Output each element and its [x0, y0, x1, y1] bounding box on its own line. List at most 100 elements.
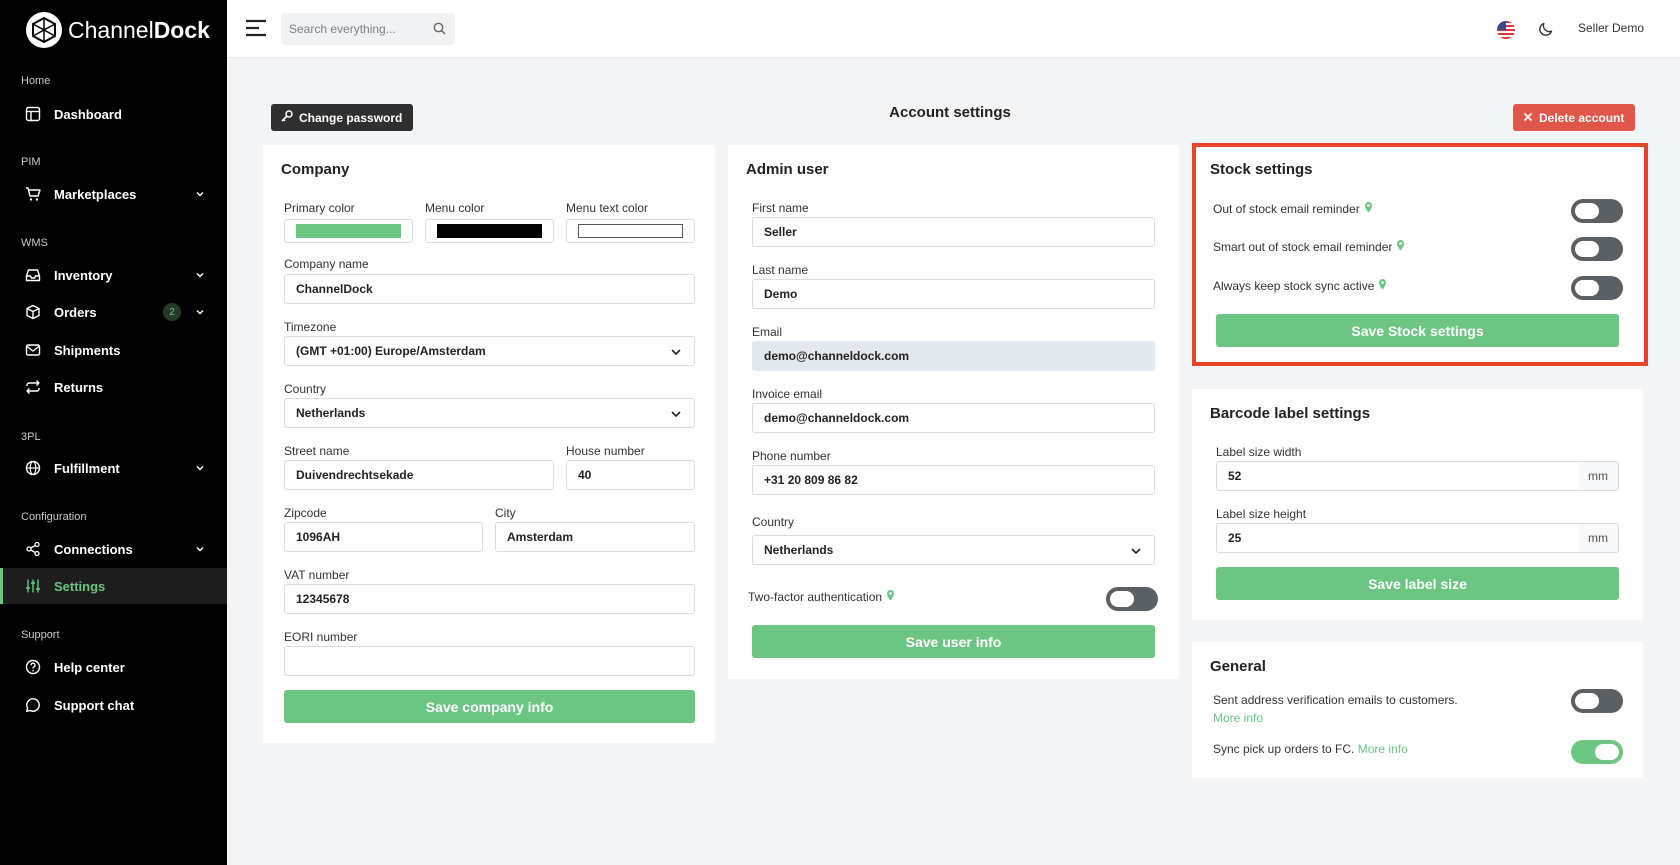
key-icon [281, 110, 293, 125]
chevron-down-icon [670, 408, 682, 423]
share-icon [24, 540, 42, 558]
us-flag-icon[interactable] [1497, 21, 1515, 39]
info-pin-icon[interactable] [886, 589, 895, 604]
search-box [281, 13, 455, 45]
country-value: Netherlands [296, 406, 366, 420]
barcode-label-card: Barcode label settings Label size width … [1192, 389, 1643, 620]
admin-country-label: Country [752, 515, 795, 529]
chat-icon [24, 696, 42, 714]
logo-icon [26, 12, 62, 48]
inbox-icon [24, 266, 42, 284]
country-label: Country [284, 382, 327, 396]
admin-country-select[interactable]: Netherlands [752, 535, 1155, 565]
chevron-down-icon [195, 268, 205, 283]
street-name-field[interactable]: Duivendrechtsekade [284, 460, 554, 490]
eori-number-field[interactable] [284, 646, 695, 676]
vat-number-field[interactable]: 12345678 [284, 584, 695, 614]
sidebar-item-label: Returns [54, 379, 104, 395]
nav-section-support: Support [21, 629, 60, 641]
invoice-email-field[interactable]: demo@channeldock.com [752, 403, 1155, 433]
two-factor-label: Two-factor authentication [748, 589, 883, 604]
help-circle-icon [24, 658, 42, 676]
search-icon[interactable] [433, 22, 446, 40]
sidebar-item-support-chat[interactable]: Support chat [0, 687, 227, 723]
sidebar-item-orders[interactable]: Orders 2 [0, 294, 227, 330]
delete-account-button[interactable]: Delete account [1513, 104, 1636, 131]
phone-number-field[interactable]: +31 20 809 86 82 [752, 465, 1155, 495]
chevron-down-icon [195, 305, 205, 320]
chevron-down-icon [195, 461, 205, 476]
label-width-unit: mm [1578, 461, 1619, 491]
menu-color-picker[interactable] [425, 219, 554, 243]
sidebar-item-label: Dashboard [54, 106, 122, 122]
phone-number-label: Phone number [752, 449, 831, 463]
sidebar-item-shipments[interactable]: Shipments [0, 332, 227, 368]
house-number-label: House number [566, 444, 645, 458]
sidebar-item-label: Marketplaces [54, 186, 137, 202]
first-name-field[interactable]: Seller [752, 217, 1155, 247]
zipcode-field[interactable]: 1096AH [284, 522, 483, 552]
topbar: Seller Demo [227, 0, 1680, 58]
house-number-field[interactable]: 40 [566, 460, 695, 490]
invoice-email-label: Invoice email [752, 387, 823, 401]
change-password-label: Change password [299, 110, 403, 125]
vat-number-label: VAT number [284, 568, 350, 582]
street-name-label: Street name [284, 444, 350, 458]
last-name-field[interactable]: Demo [752, 279, 1155, 309]
sidebar-item-marketplaces[interactable]: Marketplaces [0, 176, 227, 212]
sidebar-item-dashboard[interactable]: Dashboard [0, 96, 227, 132]
user-menu[interactable]: Seller Demo [1578, 21, 1644, 35]
city-field[interactable]: Amsterdam [495, 522, 695, 552]
change-password-button[interactable]: Change password [271, 104, 414, 131]
save-user-info-button[interactable]: Save user info [752, 625, 1155, 658]
sidebar: ChannelDock Home Dashboard PIM Marketpla… [0, 0, 227, 865]
chevron-down-icon [195, 542, 205, 557]
two-factor-toggle[interactable] [1106, 587, 1158, 611]
label-height-field[interactable]: 25 [1216, 523, 1579, 553]
label-height-unit: mm [1578, 523, 1619, 553]
orders-count-badge: 2 [163, 303, 181, 321]
close-icon [1523, 111, 1533, 125]
menu-color-swatch [437, 224, 542, 238]
sidebar-item-help-center[interactable]: Help center [0, 649, 227, 685]
general-card-title: General [1210, 658, 1266, 675]
toggle-knob [1110, 591, 1134, 607]
label-width-field[interactable]: 52 [1216, 461, 1579, 491]
sidebar-item-label: Support chat [54, 697, 135, 713]
menu-icon[interactable] [245, 19, 267, 42]
save-company-info-button[interactable]: Save company info [284, 690, 695, 723]
search-input[interactable] [281, 13, 421, 45]
email-label: Email [752, 325, 783, 339]
sidebar-item-label: Settings [54, 578, 106, 594]
address-verification-toggle[interactable] [1571, 689, 1623, 713]
company-name-label: Company name [284, 257, 369, 271]
sync-pickup-more-info-link[interactable]: More info [1358, 742, 1408, 756]
sidebar-item-settings[interactable]: Settings [0, 568, 227, 604]
logo[interactable]: ChannelDock [26, 12, 210, 48]
brand-name-light: Channel [68, 16, 154, 43]
address-verification-more-info-link[interactable]: More info [1213, 711, 1263, 725]
timezone-select[interactable]: (GMT +01:00) Europe/Amsterdam [284, 336, 695, 366]
menu-text-color-picker[interactable] [566, 219, 695, 243]
page-title: Account settings [889, 104, 1011, 121]
address-verification-row: Sent address verification emails to cust… [1213, 691, 1513, 727]
sidebar-item-returns[interactable]: Returns [0, 369, 227, 405]
sidebar-item-label: Fulfillment [54, 460, 120, 476]
primary-color-swatch [296, 224, 401, 238]
save-label-size-button[interactable]: Save label size [1216, 567, 1619, 600]
nav-section-pim: PIM [21, 156, 41, 168]
sidebar-item-label: Help center [54, 659, 125, 675]
barcode-label-card-title: Barcode label settings [1210, 405, 1371, 422]
sidebar-item-inventory[interactable]: Inventory [0, 257, 227, 293]
address-verification-label: Sent address verification emails to cust… [1213, 693, 1458, 707]
company-name-field[interactable]: ChannelDock [284, 274, 695, 304]
sync-pickup-toggle[interactable] [1571, 740, 1623, 764]
primary-color-picker[interactable] [284, 219, 413, 243]
country-select[interactable]: Netherlands [284, 398, 695, 428]
nav-section-wms: WMS [21, 237, 48, 249]
sidebar-item-connections[interactable]: Connections [0, 531, 227, 567]
moon-icon[interactable] [1538, 21, 1554, 42]
sidebar-item-fulfillment[interactable]: Fulfillment [0, 450, 227, 486]
nav-section-3pl: 3PL [21, 431, 41, 443]
company-card-title: Company [281, 161, 350, 178]
